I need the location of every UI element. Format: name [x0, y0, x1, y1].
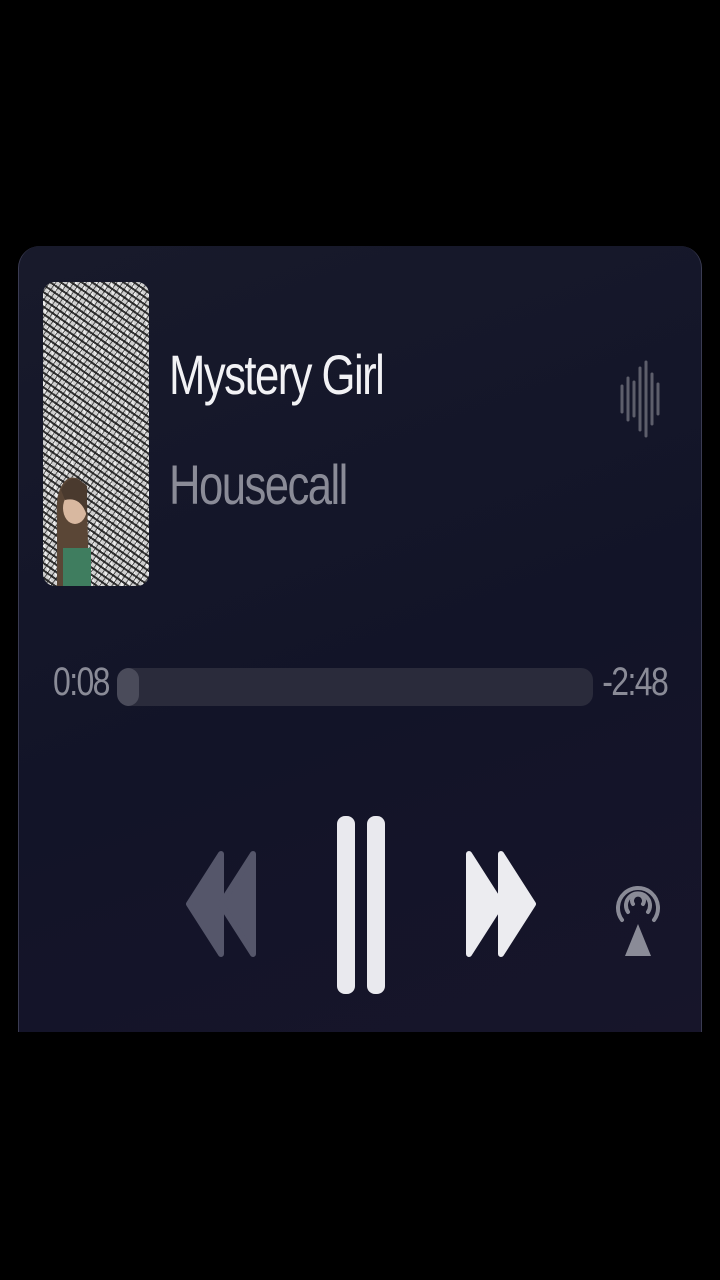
now-playing-card: Mystery Girl Housecall 0:08 -2:48	[18, 246, 702, 1032]
track-artist[interactable]: Housecall	[169, 452, 348, 517]
airplay-button[interactable]	[615, 846, 661, 958]
fast-forward-icon	[466, 851, 536, 957]
waveform-icon	[620, 360, 660, 438]
rewind-button[interactable]	[185, 848, 257, 960]
pause-button[interactable]	[335, 814, 387, 996]
progress-scrubber[interactable]	[117, 668, 593, 706]
pause-icon	[337, 816, 385, 994]
remaining-time: -2:48	[602, 660, 669, 704]
track-title: Mystery Girl	[169, 343, 385, 406]
album-artwork[interactable]	[43, 282, 149, 586]
elapsed-time: 0:08	[53, 660, 110, 704]
rewind-icon	[186, 851, 256, 957]
fast-forward-button[interactable]	[465, 848, 537, 960]
artwork-figure	[56, 477, 91, 586]
airplay-icon	[616, 886, 660, 956]
progress-fill	[117, 668, 140, 706]
